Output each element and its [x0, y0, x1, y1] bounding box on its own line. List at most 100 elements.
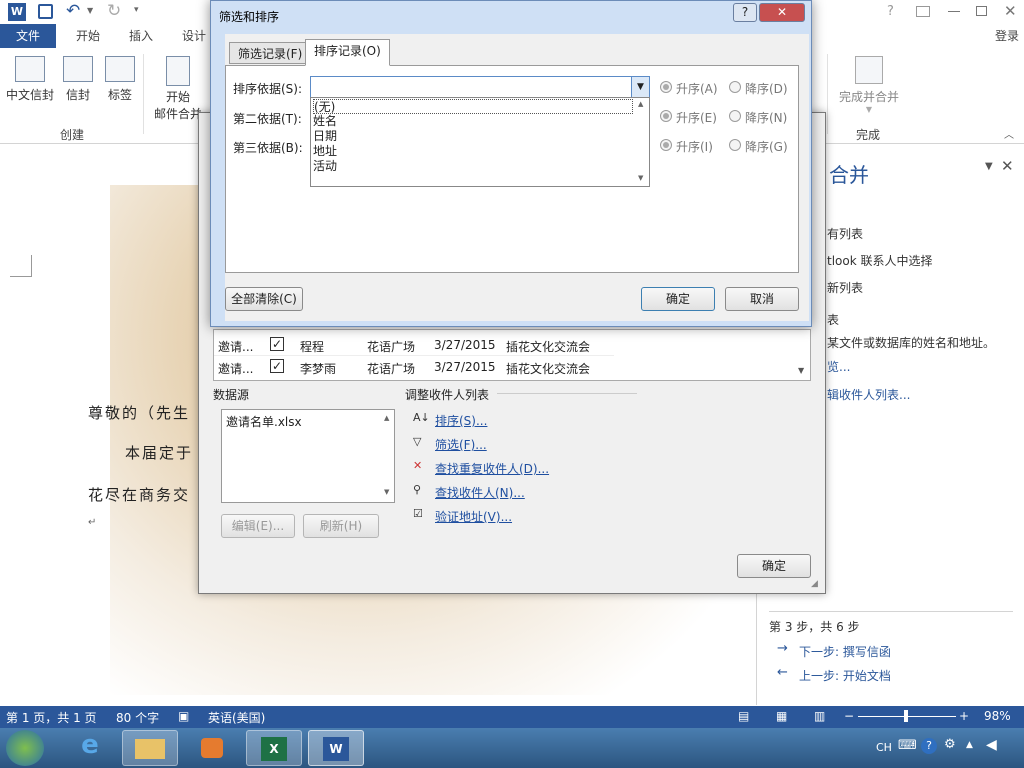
pane-edit-list-link[interactable]: 辑收件人列表... — [827, 386, 910, 403]
doc-line-1: 尊敬的（先生 — [88, 404, 191, 422]
dropdown-option[interactable]: 日期 — [313, 129, 337, 144]
word-app-icon[interactable]: W — [8, 3, 26, 21]
sort-link[interactable]: 排序(S)... — [435, 412, 487, 429]
undo-dropdown-icon[interactable]: ▼ — [87, 6, 93, 15]
restore-icon[interactable] — [976, 6, 987, 16]
tab-filter-records[interactable]: 筛选记录(F) — [229, 42, 312, 64]
find-duplicates-link[interactable]: 查找重复收件人(D)... — [435, 460, 549, 477]
undo-icon[interactable]: ↶ — [66, 1, 80, 21]
cell-place: 花语广场 — [367, 340, 416, 354]
help-tray-icon[interactable]: ? — [921, 738, 937, 754]
zoom-slider[interactable] — [858, 710, 956, 722]
tab-file[interactable]: 文件 — [0, 24, 56, 48]
minimize-icon[interactable] — [948, 11, 960, 12]
pane-browse-link[interactable]: 览... — [827, 358, 850, 375]
tab-insert[interactable]: 插入 — [117, 24, 165, 48]
zoom-level[interactable]: 98% — [984, 709, 1011, 723]
help-icon[interactable]: ? — [887, 4, 894, 19]
envelope-button[interactable]: 信封 — [60, 56, 96, 103]
desc-radio-1[interactable] — [729, 81, 741, 93]
prev-step-link[interactable]: 上一步: 开始文档 — [799, 667, 891, 684]
refresh-button[interactable]: 刷新(H) — [303, 514, 379, 538]
settings-tray-icon[interactable]: ⚙ — [944, 737, 956, 752]
desc-radio-2[interactable] — [729, 110, 741, 122]
internet-explorer-icon[interactable]: e — [62, 730, 118, 766]
pane-option-outlook[interactable]: tlook 联系人中选择 — [827, 252, 933, 269]
ok-button[interactable]: 确定 — [641, 287, 715, 311]
datasource-list[interactable]: 邀请名单.xlsx ▲ ▼ — [221, 409, 395, 503]
volume-icon[interactable]: ◀ — [986, 737, 997, 753]
sort-by-select[interactable]: ▼ — [310, 76, 650, 98]
keyboard-icon[interactable]: ⌨ — [898, 738, 917, 753]
word-taskbar-icon[interactable]: W — [308, 730, 364, 766]
filter-link[interactable]: 筛选(F)... — [435, 436, 487, 453]
word-count[interactable]: 80 个字 — [116, 709, 159, 726]
excel-icon: X — [261, 737, 287, 761]
dropdown-scroll-up-icon[interactable]: ▲ — [638, 100, 643, 108]
zoom-in-icon[interactable]: + — [959, 709, 969, 723]
ribbon-display-icon[interactable] — [916, 6, 930, 17]
dropdown-scroll-down-icon[interactable]: ▼ — [638, 174, 643, 182]
pane-option-existing[interactable]: 有列表 — [827, 225, 863, 242]
tab-home[interactable]: 开始 — [64, 24, 112, 48]
zoom-slider-thumb[interactable] — [904, 710, 908, 722]
desc-radio-3[interactable] — [729, 139, 741, 151]
dialog-close-button[interactable]: ✕ — [759, 3, 805, 22]
asc-label-1: 升序(A) — [676, 82, 718, 96]
dropdown-option[interactable]: 姓名 — [313, 114, 337, 129]
excel-taskbar-icon[interactable]: X — [246, 730, 302, 766]
finish-merge-button[interactable]: 完成并合并 ▼ — [834, 56, 904, 114]
web-layout-icon[interactable]: ▥ — [814, 709, 825, 723]
input-language[interactable]: CH — [876, 741, 892, 754]
resize-grip-icon[interactable]: ◢ — [811, 579, 818, 589]
datasource-scroll-up-icon[interactable]: ▲ — [384, 414, 389, 422]
asc-radio-3[interactable] — [660, 139, 672, 151]
collapse-ribbon-icon[interactable]: ︿ — [1004, 126, 1014, 141]
table-row[interactable]: 邀请... ✓ 程程 花语广场 3/27/2015 插花文化交流会 — [214, 334, 614, 356]
zoom-out-icon[interactable]: − — [844, 709, 854, 723]
read-mode-icon[interactable]: ▤ — [738, 709, 749, 723]
sort-by-dropdown-list[interactable]: (无) 姓名 日期 地址 活动 ▲ ▼ — [310, 97, 650, 187]
next-step-link[interactable]: 下一步: 撰写信函 — [799, 643, 891, 660]
arrow-right-icon: → — [777, 641, 788, 656]
pane-menu-icon[interactable]: ▼ — [985, 161, 993, 172]
tab-sort-records[interactable]: 排序记录(O) — [305, 39, 390, 66]
validate-address-link[interactable]: 验证地址(V)... — [435, 508, 512, 525]
redo-icon[interactable]: ↻ — [107, 1, 121, 21]
chinese-envelope-button[interactable]: 中文信封 — [4, 56, 56, 103]
dropdown-arrow-icon[interactable]: ▼ — [631, 77, 649, 97]
print-layout-icon[interactable]: ▦ — [776, 709, 787, 723]
close-icon[interactable]: ✕ — [1004, 2, 1017, 20]
asc-radio-1[interactable] — [660, 81, 672, 93]
find-recipient-link[interactable]: 查找收件人(N)... — [435, 484, 525, 501]
list-scroll-down-icon[interactable]: ▼ — [798, 366, 804, 375]
page-count[interactable]: 第 1 页，共 1 页 — [6, 709, 97, 726]
row-checkbox[interactable]: ✓ — [270, 337, 284, 351]
dropdown-option[interactable]: 地址 — [313, 144, 337, 159]
pane-option-new[interactable]: 新列表 — [827, 279, 863, 296]
media-player-icon[interactable] — [184, 730, 240, 766]
edit-button[interactable]: 编辑(E)... — [221, 514, 295, 538]
file-explorer-icon[interactable] — [122, 730, 178, 766]
save-icon[interactable] — [38, 4, 53, 19]
sign-in-link[interactable]: 登录 — [990, 24, 1024, 48]
asc-radio-2[interactable] — [660, 110, 672, 122]
labels-button[interactable]: 标签 — [102, 56, 138, 103]
datasource-file[interactable]: 邀请名单.xlsx — [226, 413, 302, 430]
row-checkbox[interactable]: ✓ — [270, 359, 284, 373]
language[interactable]: 英语(美国) — [208, 709, 265, 726]
qat-customize-icon[interactable]: ▾ — [134, 5, 139, 15]
show-hidden-icons[interactable]: ▲ — [966, 740, 973, 750]
cancel-button[interactable]: 取消 — [725, 287, 799, 311]
datasource-scroll-down-icon[interactable]: ▼ — [384, 488, 389, 496]
dropdown-option[interactable]: (无) — [313, 99, 633, 114]
start-button[interactable] — [6, 730, 44, 766]
dropdown-option[interactable]: 活动 — [313, 159, 337, 174]
pane-description: 某文件或数据库的姓名和地址。 — [827, 336, 996, 350]
table-row[interactable]: 邀请... ✓ 李梦雨 花语广场 3/27/2015 插花文化交流会 — [214, 356, 614, 378]
proofing-icon[interactable]: ▣ — [178, 709, 189, 723]
clear-all-button[interactable]: 全部清除(C) — [225, 287, 303, 311]
pane-close-icon[interactable]: ✕ — [1001, 157, 1014, 175]
recipients-ok-button[interactable]: 确定 — [737, 554, 811, 578]
dialog-help-button[interactable]: ? — [733, 3, 757, 22]
